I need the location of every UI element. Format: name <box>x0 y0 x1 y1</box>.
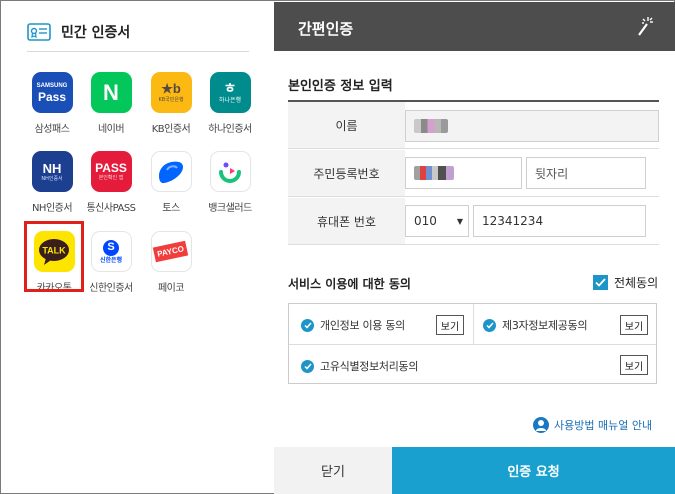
payco-icon: PAYCO <box>150 231 192 272</box>
app-label: 네이버 <box>97 124 125 135</box>
check-circle-icon <box>301 359 314 373</box>
consent-label: 제3자정보제공동의 <box>502 319 588 332</box>
app-label: KB인증서 <box>151 124 191 135</box>
divider <box>473 304 474 344</box>
consent-title: 서비스 이용에 대한 동의 <box>288 277 411 291</box>
app-samsung-pass[interactable]: SAMSUNG Pass 삼성패스 <box>22 72 82 135</box>
app-shinhan[interactable]: S 신한은행 신한인증서 <box>81 231 141 294</box>
name-label: 이름 <box>288 102 405 148</box>
cert-provider-panel: 민간 인증서 SAMSUNG Pass 삼성패스 N 네이버 ★b KB국민은행… <box>2 2 273 493</box>
all-agree-label: 전체동의 <box>614 276 659 290</box>
phone-label: 휴대폰 번호 <box>288 198 405 244</box>
app-nh[interactable]: NH NH인증서 NH인증서 <box>22 151 82 214</box>
pass-icon: PASS 본인확인 앱 <box>90 151 132 192</box>
close-button[interactable]: 닫기 <box>274 447 392 494</box>
view-unique-id-button[interactable]: 보기 <box>620 355 648 375</box>
app-label: 토스 <box>162 203 180 214</box>
app-hana[interactable]: ㅎ 하나은행 하나인증서 <box>200 72 260 135</box>
app-toss[interactable]: 토스 <box>141 151 201 214</box>
app-label: 뱅크샐러드 <box>208 203 252 214</box>
consent-label: 고유식별정보처리동의 <box>320 360 419 373</box>
name-field[interactable] <box>405 110 659 142</box>
nh-icon: NH NH인증서 <box>31 151 73 192</box>
name-row: 이름 <box>288 102 659 149</box>
dialog-frame: 민간 인증서 SAMSUNG Pass 삼성패스 N 네이버 ★b KB국민은행… <box>0 0 675 494</box>
checkbox-checked-icon <box>593 275 608 290</box>
carrier-value: 010 <box>414 214 437 228</box>
consent-box: 개인정보 이용 동의 보기 제3자정보제공동의 보기 고유식별정보처리동의 보기 <box>288 303 657 384</box>
app-naver[interactable]: N 네이버 <box>81 72 141 135</box>
hana-icon: ㅎ 하나은행 <box>209 72 251 113</box>
app-label: 통신사PASS <box>86 203 136 214</box>
rrn-label: 주민등록번호 <box>288 150 405 196</box>
consent-label: 개인정보 이용 동의 <box>320 319 405 332</box>
cert-panel-title: 민간 인증서 <box>61 25 131 41</box>
phone-field[interactable]: 12341234 <box>473 205 646 237</box>
samsung-pass-icon: SAMSUNG Pass <box>31 72 73 113</box>
auth-form-panel: 간편인증 본인인증 정보 입력 이름 주민등록번호 뒷자리 휴대폰 번호 010… <box>274 2 675 494</box>
cert-panel-header: 민간 인증서 <box>27 20 130 44</box>
shinhan-icon: S 신한은행 <box>90 231 132 272</box>
masked-name <box>414 119 448 133</box>
consent-unique-id[interactable]: 고유식별정보처리동의 <box>301 358 419 374</box>
app-pass[interactable]: PASS 본인확인 앱 통신사PASS <box>81 151 141 214</box>
app-label: 페이코 <box>157 283 185 294</box>
app-payco[interactable]: PAYCO 페이코 <box>141 231 201 294</box>
rrn-back-field[interactable]: 뒷자리 <box>526 157 646 189</box>
auth-header: 간편인증 <box>274 2 675 51</box>
rrn-row: 주민등록번호 뒷자리 <box>288 150 659 197</box>
kb-icon: ★b KB국민은행 <box>150 72 192 113</box>
dropdown-arrow-icon: ▼ <box>456 216 463 226</box>
app-label: NH인증서 <box>31 203 73 214</box>
toss-icon <box>150 151 192 192</box>
manual-link-label: 사용방법 매뉴얼 안내 <box>554 419 653 432</box>
app-banksalad[interactable]: 뱅크샐러드 <box>200 151 260 214</box>
selected-app-highlight <box>24 221 84 292</box>
divider <box>289 344 656 345</box>
consent-third-party[interactable]: 제3자정보제공동의 <box>483 317 588 333</box>
banksalad-icon <box>209 151 251 192</box>
view-privacy-button[interactable]: 보기 <box>436 315 464 335</box>
certificate-icon <box>27 23 51 41</box>
request-auth-button[interactable]: 인증 요청 <box>392 447 675 494</box>
naver-icon: N <box>90 72 132 113</box>
app-label: 신한인증서 <box>89 283 133 294</box>
app-label: 하나인증서 <box>208 124 252 135</box>
user-icon <box>533 417 549 433</box>
masked-rrn <box>414 166 454 180</box>
auth-title: 간편인증 <box>298 20 354 38</box>
consent-privacy[interactable]: 개인정보 이용 동의 <box>301 317 405 333</box>
divider <box>27 51 249 52</box>
check-circle-icon <box>301 318 314 332</box>
magic-wand-icon <box>638 17 653 36</box>
check-circle-icon <box>483 318 496 332</box>
all-agree-checkbox[interactable]: 전체동의 <box>593 274 658 291</box>
manual-link[interactable]: 사용방법 매뉴얼 안내 <box>533 417 652 433</box>
phone-row: 휴대폰 번호 010 ▼ 12341234 <box>288 198 659 245</box>
rrn-front-field[interactable] <box>405 157 522 189</box>
app-label: 삼성패스 <box>34 124 70 135</box>
view-third-party-button[interactable]: 보기 <box>620 315 648 335</box>
form-section-title: 본인인증 정보 입력 <box>288 79 393 94</box>
carrier-select[interactable]: 010 ▼ <box>405 205 469 237</box>
app-kb[interactable]: ★b KB국민은행 KB인증서 <box>141 72 201 135</box>
